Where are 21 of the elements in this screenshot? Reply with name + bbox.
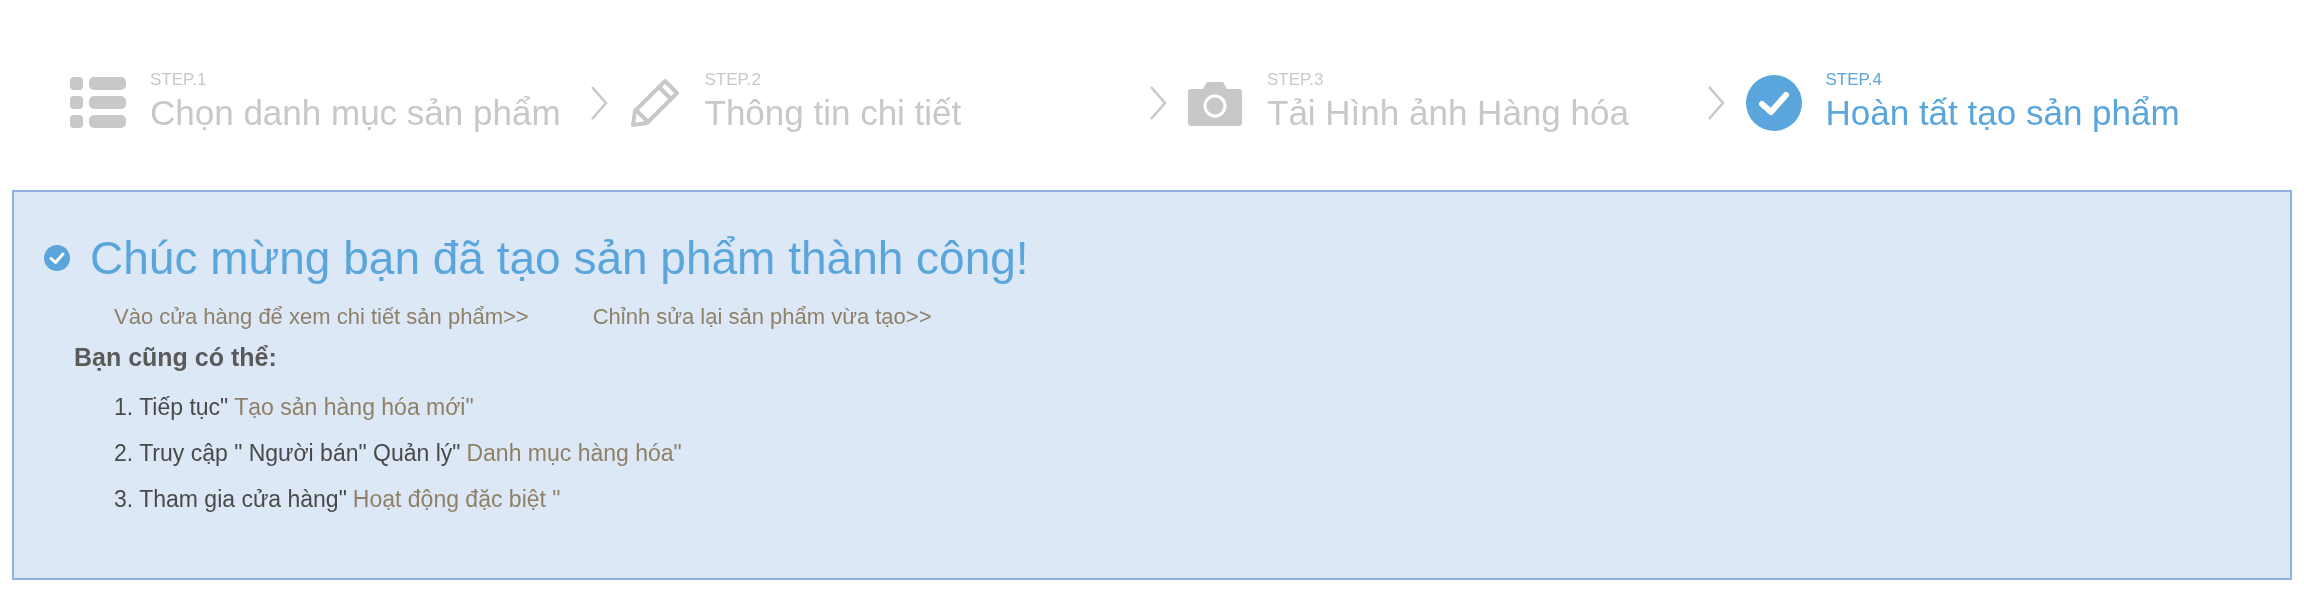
link[interactable]: Tạo sản hàng hóa mới" — [234, 390, 474, 423]
list-icon — [70, 77, 126, 129]
link[interactable]: Vào cửa hàng để xem chi tiết sản phẩm>> — [114, 300, 529, 333]
link[interactable]: Danh mục hàng hóa" — [466, 436, 682, 469]
chevron-right-icon — [1148, 85, 1167, 121]
success-title: Chúc mừng bạn đã tạo sản phẩm thành công! — [90, 231, 1029, 286]
check-circle-icon — [44, 245, 70, 271]
step[interactable]: STEP.4 Hoàn tất tạo sản phẩm — [1745, 70, 2266, 136]
camera-icon — [1187, 79, 1243, 127]
pencil-icon — [628, 77, 681, 129]
chevron-right-icon — [1707, 85, 1725, 121]
check-circle-icon — [1745, 75, 1802, 131]
list-item-text: 2. Truy cập " Người bán" Quản lý" — [114, 438, 461, 468]
list-item-text: 1. Tiếp tục" — [114, 392, 229, 422]
link[interactable]: Chỉnh sửa lại sản phẩm vừa tạo>> — [592, 300, 932, 333]
list-item-text: 3. Tham gia cửa hàng" — [114, 484, 347, 514]
chevron-right-icon — [590, 85, 608, 121]
step-label: Hoàn tất tạo sản phẩm — [1825, 92, 2180, 134]
subtitle: Bạn cũng có thể: — [73, 342, 278, 373]
step-number: STEP.4 — [1825, 70, 1883, 90]
link[interactable]: Hoạt động đặc biệt " — [352, 482, 561, 515]
